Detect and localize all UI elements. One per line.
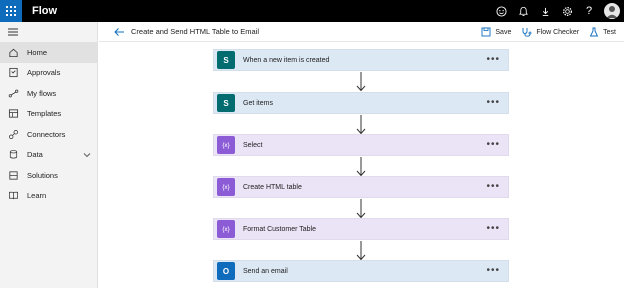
step-title: Create HTML table	[243, 183, 302, 191]
nav-label: Learn	[27, 191, 47, 201]
approvals-icon	[7, 67, 19, 79]
data-operation-icon: {x}	[217, 220, 235, 238]
home-icon	[7, 46, 19, 58]
hamburger-icon	[8, 28, 18, 36]
more-options-icon[interactable]: •••	[486, 98, 500, 108]
nav-item-solutions[interactable]: Solutions	[0, 165, 97, 186]
more-options-icon[interactable]: •••	[486, 140, 500, 150]
step-title: When a new item is created	[243, 56, 330, 64]
down-arrow-connector	[356, 157, 366, 177]
smiley-icon	[495, 5, 507, 17]
flows-icon	[7, 87, 19, 99]
more-options-icon[interactable]: •••	[486, 266, 500, 276]
down-arrow-connector	[356, 199, 366, 219]
notifications-button[interactable]	[512, 0, 534, 22]
flow-step-card[interactable]: {x} Create HTML table •••	[213, 176, 509, 198]
top-bar: Flow ?	[0, 0, 624, 22]
nav-label: Connectors	[27, 129, 66, 139]
solutions-icon	[7, 169, 19, 181]
save-button[interactable]: Save	[481, 27, 511, 37]
download-button[interactable]	[534, 0, 556, 22]
flow-checker-label: Flow Checker	[536, 28, 580, 36]
save-label: Save	[495, 28, 512, 36]
flow-step-card[interactable]: S When a new item is created •••	[213, 49, 509, 71]
data-operation-icon: {x}	[217, 178, 235, 196]
left-nav: Home Approvals My flows Templates Connec…	[0, 22, 98, 288]
save-icon	[481, 27, 491, 37]
more-options-icon[interactable]: •••	[486, 182, 500, 192]
step-title: Select	[243, 141, 263, 149]
nav-toggle-button[interactable]	[0, 22, 97, 42]
nav-item-connectors[interactable]: Connectors	[0, 124, 97, 145]
flask-icon	[589, 27, 599, 37]
nav-item-home[interactable]: Home	[0, 42, 97, 63]
help-button[interactable]: ?	[578, 0, 600, 22]
nav-label: My flows	[27, 88, 57, 98]
nav-item-learn[interactable]: Learn	[0, 186, 97, 207]
waffle-icon	[6, 6, 16, 16]
flow-step-card[interactable]: S Get items •••	[213, 92, 509, 114]
step-title: Send an email	[243, 267, 288, 275]
app-title: Flow	[32, 5, 58, 17]
nav-label: Home	[27, 47, 48, 57]
nav-item-data[interactable]: Data	[0, 145, 97, 166]
flow-step-card[interactable]: {x} Format Customer Table •••	[213, 218, 509, 240]
more-options-icon[interactable]: •••	[486, 224, 500, 234]
step-title: Format Customer Table	[243, 225, 317, 233]
back-arrow-icon	[114, 27, 124, 36]
flow-checker-button[interactable]: Flow Checker	[521, 27, 579, 37]
back-button[interactable]	[113, 26, 125, 38]
sharepoint-icon: S	[217, 51, 235, 69]
download-icon	[542, 7, 548, 16]
flow-step-card[interactable]: O Send an email •••	[213, 260, 509, 282]
nav-label: Approvals	[27, 68, 61, 78]
feedback-button[interactable]	[490, 0, 512, 22]
test-button[interactable]: Test	[589, 27, 616, 37]
data-icon	[7, 149, 19, 161]
down-arrow-connector	[356, 241, 366, 261]
command-bar: Create and Send HTML Table to Email Save…	[99, 22, 624, 42]
sharepoint-icon: S	[217, 94, 235, 112]
templates-icon	[7, 108, 19, 120]
down-arrow-connector	[356, 72, 366, 92]
more-options-icon[interactable]: •••	[486, 55, 500, 65]
chevron-down-icon[interactable]	[83, 151, 91, 159]
bell-icon	[518, 6, 528, 16]
help-icon: ?	[585, 5, 593, 17]
down-arrow-connector	[356, 115, 366, 135]
nav-item-my-flows[interactable]: My flows	[0, 83, 97, 104]
nav-item-templates[interactable]: Templates	[0, 104, 97, 125]
settings-icon	[562, 6, 572, 16]
outlook-icon: O	[217, 262, 235, 280]
flow-name: Create and Send HTML Table to Email	[131, 27, 259, 36]
learn-icon	[7, 190, 19, 202]
app-launcher-button[interactable]	[0, 0, 22, 22]
data-operation-icon: {x}	[217, 136, 235, 154]
nav-item-approvals[interactable]: Approvals	[0, 63, 97, 84]
user-avatar-icon	[606, 6, 618, 18]
avatar[interactable]	[604, 3, 620, 19]
connectors-icon	[7, 128, 19, 140]
flow-step-card[interactable]: {x} Select •••	[213, 134, 509, 156]
flow-canvas: S When a new item is created ••• S Get i…	[99, 42, 624, 288]
step-title: Get items	[243, 99, 273, 107]
nav-label: Solutions	[27, 170, 58, 180]
test-label: Test	[603, 28, 616, 36]
nav-label: Templates	[27, 109, 62, 119]
stethoscope-icon	[522, 28, 532, 37]
nav-label: Data	[27, 150, 43, 160]
settings-button[interactable]	[556, 0, 578, 22]
